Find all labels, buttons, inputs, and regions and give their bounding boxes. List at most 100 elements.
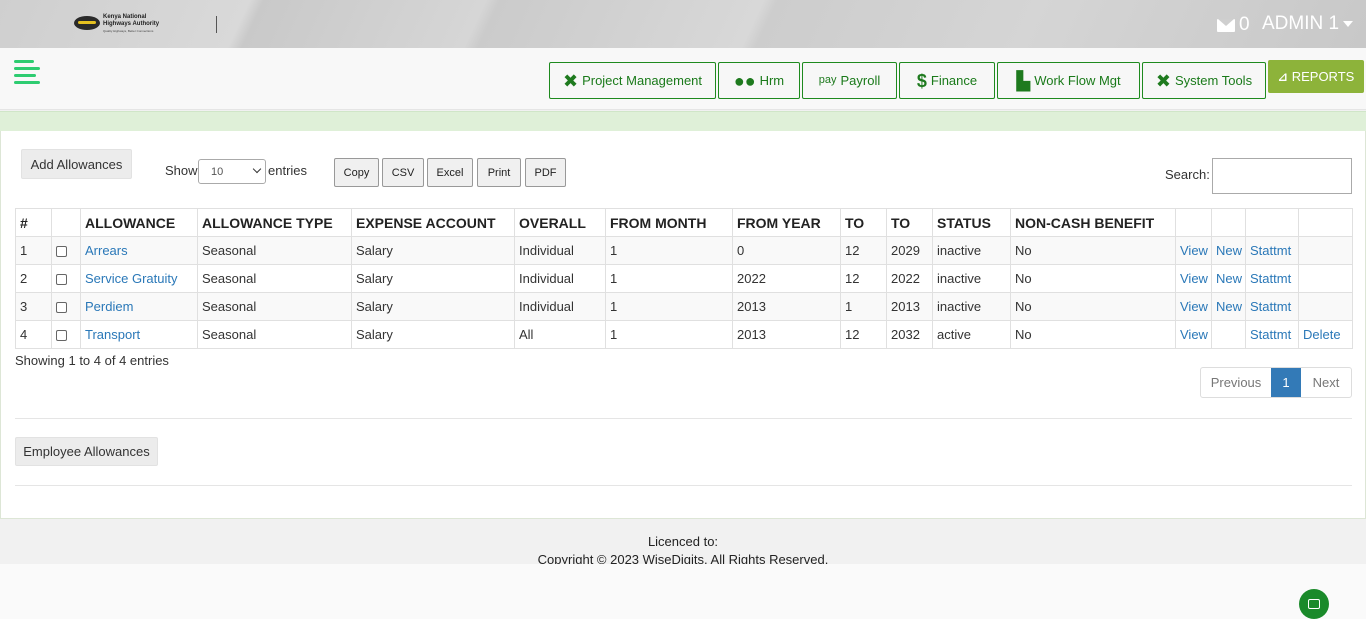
copy-button[interactable]: Copy: [334, 158, 379, 187]
cell-stattmt: Stattmt: [1245, 320, 1299, 349]
nav-project-management[interactable]: ✖ Project Management: [549, 62, 716, 99]
pay-icon: pay: [818, 74, 837, 86]
cell-status: active: [932, 320, 1011, 349]
new-link[interactable]: New: [1216, 243, 1242, 258]
menu-toggle-icon[interactable]: [14, 58, 42, 84]
col-header[interactable]: ALLOWANCE: [80, 208, 198, 237]
cell-type: Seasonal: [197, 236, 352, 265]
col-header: [1298, 208, 1353, 237]
excel-button[interactable]: Excel: [427, 158, 473, 187]
allowance-link[interactable]: Transport: [85, 327, 140, 342]
cell-to-year: 2022: [886, 264, 933, 293]
col-header[interactable]: FROM YEAR: [732, 208, 841, 237]
view-link[interactable]: View: [1180, 271, 1208, 286]
cell-type: Seasonal: [197, 264, 352, 293]
search-input[interactable]: [1212, 158, 1352, 194]
page-size-select[interactable]: 10: [198, 159, 266, 184]
messages-button[interactable]: 0: [1217, 14, 1250, 36]
divider: [15, 485, 1352, 486]
print-button[interactable]: Print: [477, 158, 521, 187]
cell-new: New: [1211, 264, 1246, 293]
row-checkbox[interactable]: [56, 246, 67, 258]
table-row: 1 Arrears Seasonal Salary Individual 1 0…: [15, 236, 1353, 265]
stattmt-link[interactable]: Stattmt: [1250, 327, 1291, 342]
stattmt-link[interactable]: Stattmt: [1250, 243, 1291, 258]
logo-emblem-icon: [74, 16, 100, 30]
cell-new: New: [1211, 236, 1246, 265]
cell-to-month: 12: [840, 264, 887, 293]
nav-system-tools[interactable]: ✖ System Tools: [1142, 62, 1266, 99]
col-header: [1245, 208, 1299, 237]
nav-label: Hrm: [759, 73, 785, 88]
cell-new: [1211, 320, 1246, 349]
cell-to-month: 12: [840, 236, 887, 265]
cell-status: inactive: [932, 236, 1011, 265]
cell-from-month: 1: [605, 264, 733, 293]
col-header[interactable]: STATUS: [932, 208, 1011, 237]
nav-reports[interactable]: ⊿ REPORTS: [1268, 60, 1364, 93]
col-header[interactable]: NON-CASH BENEFIT: [1010, 208, 1176, 237]
nav-work-flow-mgt[interactable]: ▙ Work Flow Mgt: [997, 62, 1140, 99]
allowance-link[interactable]: Perdiem: [85, 299, 133, 314]
nav-label: System Tools: [1175, 73, 1253, 88]
cell-overall: All: [514, 320, 606, 349]
row-checkbox[interactable]: [56, 274, 67, 286]
add-allowances-button[interactable]: Add Allowances: [21, 149, 132, 179]
nav-hrm[interactable]: ●● Hrm: [718, 62, 800, 99]
bulldozer-icon: ▙: [1016, 70, 1031, 91]
user-menu[interactable]: ADMIN 1: [1262, 13, 1354, 35]
cell-to-month: 12: [840, 320, 887, 349]
cell-delete: [1298, 292, 1353, 321]
col-header: [51, 208, 81, 237]
cell-to-month: 1: [840, 292, 887, 321]
next-page-button[interactable]: Next: [1301, 368, 1351, 397]
nav-finance[interactable]: $ Finance: [899, 62, 995, 99]
col-header[interactable]: #: [15, 208, 52, 237]
col-header[interactable]: FROM MONTH: [605, 208, 733, 237]
cell-account: Salary: [351, 264, 515, 293]
cell-overall: Individual: [514, 264, 606, 293]
chat-button[interactable]: [1299, 589, 1329, 619]
allowance-link[interactable]: Arrears: [85, 243, 128, 258]
nav-label: REPORTS: [1291, 69, 1355, 84]
col-header[interactable]: TO: [886, 208, 933, 237]
nav-payroll[interactable]: pay Payroll: [802, 62, 897, 99]
pdf-button[interactable]: PDF: [525, 158, 566, 187]
new-link[interactable]: New: [1216, 271, 1242, 286]
cell-num: 1: [15, 236, 52, 265]
table-info: Showing 1 to 4 of 4 entries: [15, 353, 169, 368]
cell-account: Salary: [351, 292, 515, 321]
tools-icon: ✖: [562, 70, 579, 91]
cell-status: inactive: [932, 292, 1011, 321]
stattmt-link[interactable]: Stattmt: [1250, 299, 1291, 314]
new-link[interactable]: New: [1216, 299, 1242, 314]
cell-from-year: 0: [732, 236, 841, 265]
col-header[interactable]: TO: [840, 208, 887, 237]
col-header[interactable]: ALLOWANCE TYPE: [197, 208, 352, 237]
allowance-link[interactable]: Service Gratuity: [85, 271, 177, 286]
footer: Licenced to: Copyright © 2023 WiseDigits…: [0, 519, 1366, 567]
delete-link[interactable]: Delete: [1303, 327, 1341, 342]
kenha-logo[interactable]: Kenya National Highways Authority Qualit…: [74, 14, 159, 36]
cell-view: View: [1175, 264, 1212, 293]
stattmt-link[interactable]: Stattmt: [1250, 271, 1291, 286]
view-link[interactable]: View: [1180, 243, 1208, 258]
pagination: Previous 1 Next: [1200, 367, 1352, 398]
row-checkbox[interactable]: [56, 302, 67, 314]
employee-allowances-button[interactable]: Employee Allowances: [15, 437, 158, 466]
previous-page-button[interactable]: Previous: [1201, 368, 1271, 397]
row-checkbox[interactable]: [56, 330, 67, 342]
cell-overall: Individual: [514, 236, 606, 265]
view-link[interactable]: View: [1180, 327, 1208, 342]
allowances-table: # ALLOWANCE ALLOWANCE TYPE EXPENSE ACCOU…: [15, 208, 1353, 349]
page-1-button[interactable]: 1: [1271, 368, 1301, 397]
cell-from-month: 1: [605, 236, 733, 265]
col-header[interactable]: EXPENSE ACCOUNT: [351, 208, 515, 237]
view-link[interactable]: View: [1180, 299, 1208, 314]
cell-from-year: 2022: [732, 264, 841, 293]
cell-type: Seasonal: [197, 292, 352, 321]
csv-button[interactable]: CSV: [382, 158, 424, 187]
col-header[interactable]: OVERALL: [514, 208, 606, 237]
cell-new: New: [1211, 292, 1246, 321]
table-header-row: # ALLOWANCE ALLOWANCE TYPE EXPENSE ACCOU…: [15, 208, 1353, 237]
